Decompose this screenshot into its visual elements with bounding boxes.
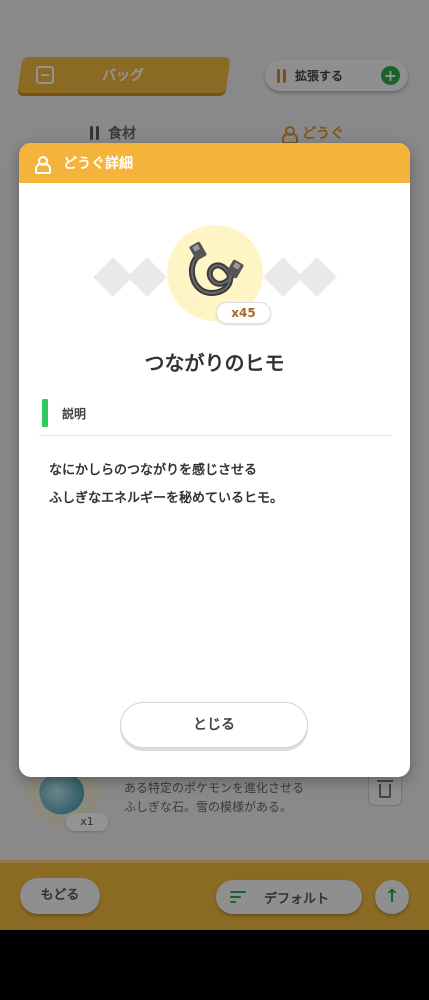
section-title: 説明: [62, 407, 87, 421]
close-button[interactable]: とじる: [120, 702, 308, 748]
cable-icon: [188, 241, 244, 297]
modal-title: どうぐ詳細: [63, 156, 133, 172]
section-marker: [42, 399, 48, 427]
person-icon: [35, 156, 51, 174]
description-line: ふしぎなエネルギーを秘めているヒモ。: [49, 491, 284, 506]
screen: バッグ 拡張する + 食材 どうぐ x1 ある特定のポケモンを進化させる ふしぎ…: [0, 0, 429, 930]
divider: [39, 435, 391, 436]
item-name: つながりのヒモ: [144, 351, 285, 375]
description-line: なにかしらのつながりを感じさせる: [49, 463, 258, 478]
system-bar: [0, 930, 429, 1000]
item-quantity: x45: [216, 302, 271, 324]
modal-header: どうぐ詳細: [19, 143, 410, 183]
item-detail-modal: どうぐ詳細 x45 つながりのヒモ 説明 なにかしらのつながりを感じさせる ふし…: [19, 143, 410, 777]
